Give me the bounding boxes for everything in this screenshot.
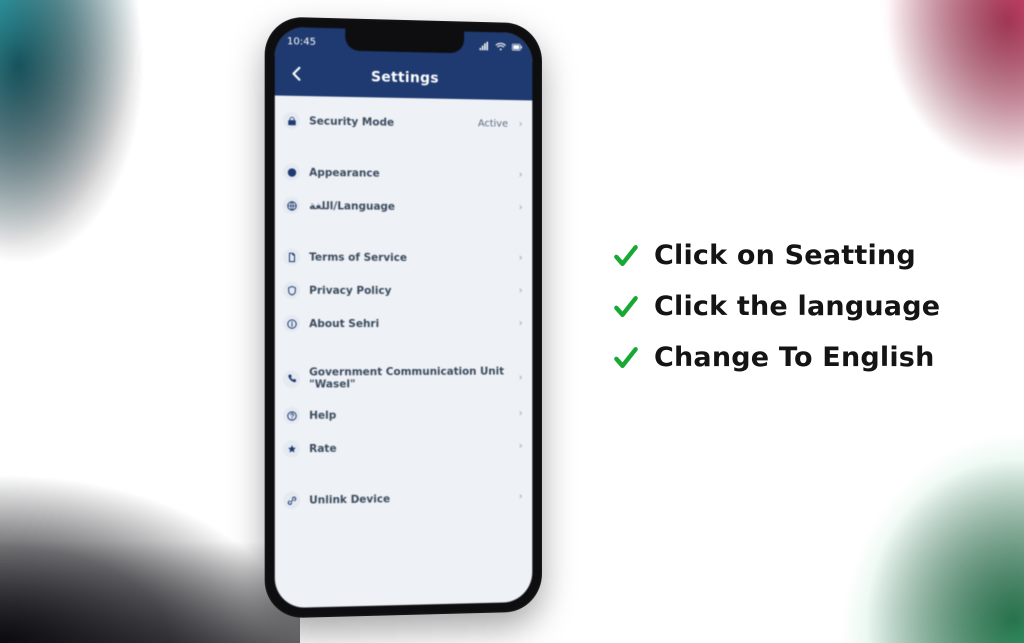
battery-icon xyxy=(512,41,523,52)
settings-row-label: Government Communication Unit "Wasel" xyxy=(309,366,510,391)
settings-row-label: About Sehri xyxy=(309,318,510,330)
settings-row[interactable]: Privacy Policy › xyxy=(275,274,533,308)
settings-row-label: Help xyxy=(309,408,510,422)
settings-row[interactable]: Terms of Service › xyxy=(275,240,533,274)
chevron-right-icon: › xyxy=(519,491,523,502)
grunge-decor-bottom-left xyxy=(0,473,300,643)
settings-row-label: Security Mode xyxy=(309,115,469,130)
phone-notch xyxy=(345,28,464,53)
settings-group: Government Communication Unit "Wasel"›He… xyxy=(275,354,533,470)
chevron-right-icon: › xyxy=(519,285,523,296)
settings-row-label: Privacy Policy xyxy=(309,284,510,296)
info-icon xyxy=(283,315,300,332)
settings-row-value: Active xyxy=(478,118,508,129)
chevron-right-icon: › xyxy=(519,202,523,213)
shield-icon xyxy=(283,282,300,299)
settings-group: Security Mode Active › xyxy=(275,100,533,145)
check-icon xyxy=(612,344,640,372)
page-title: Settings xyxy=(371,69,439,86)
help-icon xyxy=(283,407,300,424)
settings-row-label: Rate xyxy=(309,440,510,454)
check-icon xyxy=(612,242,640,270)
star-icon xyxy=(283,440,300,457)
instruction-step-text: Click on Seatting xyxy=(654,240,916,271)
grunge-decor-top-left xyxy=(0,0,180,320)
instruction-step-text: Click the language xyxy=(654,291,940,322)
settings-row[interactable]: Appearance › xyxy=(275,155,533,191)
chevron-right-icon: › xyxy=(519,318,523,329)
grunge-decor-bottom-right xyxy=(824,413,1024,643)
settings-row[interactable]: Government Communication Unit "Wasel" › xyxy=(275,358,533,399)
phone-frame: 10:45 xyxy=(265,16,542,618)
instruction-step-text: Change To English xyxy=(654,342,935,373)
globe-icon xyxy=(283,197,300,214)
settings-row[interactable]: Rate › xyxy=(275,430,533,466)
settings-row-label: Terms of Service xyxy=(309,251,510,264)
instruction-step: Click the language xyxy=(612,291,1002,322)
check-icon xyxy=(612,293,640,321)
instruction-step: Change To English xyxy=(612,342,1002,373)
chevron-left-icon xyxy=(290,66,304,84)
phone-screen: 10:45 xyxy=(275,27,533,609)
doc-icon xyxy=(283,248,300,265)
settings-row[interactable]: About Sehri › xyxy=(275,307,533,340)
title-bar: Settings xyxy=(275,55,533,100)
grunge-decor-top-right xyxy=(854,0,1024,210)
back-button[interactable] xyxy=(283,55,311,96)
settings-group: Appearance › اللغة/Language › xyxy=(275,151,533,228)
chevron-right-icon: › xyxy=(519,441,523,452)
settings-group: Unlink Device › xyxy=(275,476,533,521)
settings-list: Security ModeActive›Appearance›اللغة/Lan… xyxy=(275,95,533,525)
chevron-right-icon: › xyxy=(519,169,523,180)
chevron-right-icon: › xyxy=(519,119,523,130)
instruction-step: Click on Seatting xyxy=(612,240,1002,271)
palette-icon xyxy=(283,163,300,180)
settings-row[interactable]: اللغة/Language › xyxy=(275,189,533,225)
settings-row[interactable]: Help › xyxy=(275,397,533,432)
unlink-icon xyxy=(283,492,300,509)
phone-icon xyxy=(283,370,300,387)
chevron-right-icon: › xyxy=(519,408,523,419)
settings-row[interactable]: Unlink Device › xyxy=(275,480,533,517)
status-time: 10:45 xyxy=(287,36,316,48)
settings-row-label: Unlink Device xyxy=(309,491,510,506)
instruction-steps: Click on Seatting Click the language Chang… xyxy=(612,240,1002,373)
chevron-right-icon: › xyxy=(519,253,523,264)
signal-icon xyxy=(479,40,490,51)
chevron-right-icon: › xyxy=(519,372,523,383)
settings-row[interactable]: Security Mode Active › xyxy=(275,104,533,141)
wifi-icon xyxy=(495,41,506,52)
settings-group: Terms of Service›Privacy Policy›About Se… xyxy=(275,236,533,344)
phone-mockup: 10:45 xyxy=(265,16,542,618)
settings-row-label: Appearance xyxy=(309,166,510,181)
settings-row-label: اللغة/Language xyxy=(309,200,510,214)
lock-icon xyxy=(283,112,300,129)
